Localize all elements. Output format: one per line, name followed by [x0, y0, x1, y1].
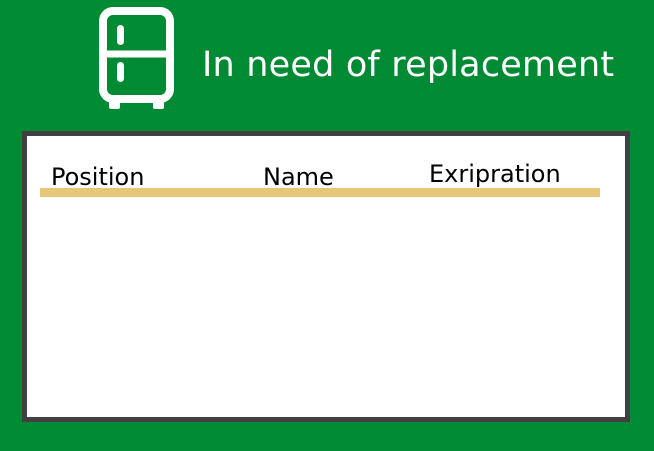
replacement-panel: Position Name Exripration: [22, 131, 630, 422]
table-body: [40, 200, 600, 405]
header-underline: [40, 188, 600, 197]
page-title: In need of replacement: [202, 45, 615, 85]
column-header-expiration: Exripration: [429, 160, 561, 188]
fridge-icon: [99, 7, 174, 109]
table-header: Position Name Exripration: [27, 136, 625, 197]
